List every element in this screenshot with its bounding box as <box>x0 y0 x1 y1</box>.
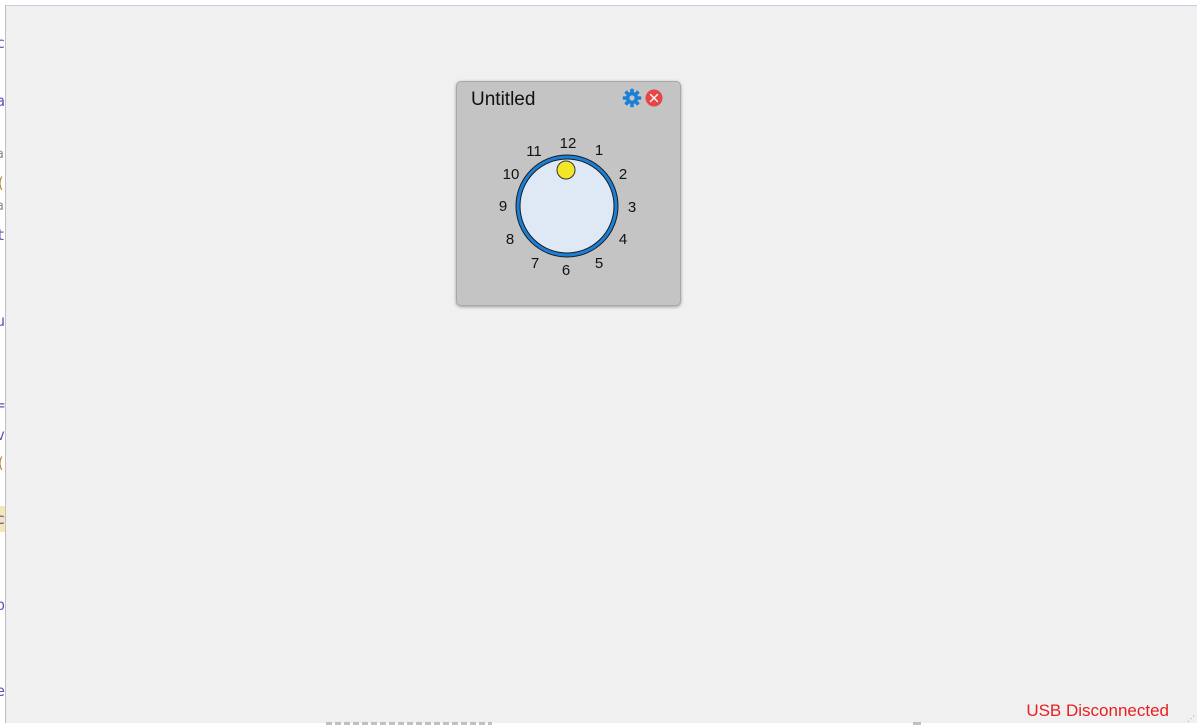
dial-number-1: 1 <box>595 142 603 159</box>
dial-number-3: 3 <box>628 199 636 216</box>
dial-number-4: 4 <box>619 231 627 248</box>
dial-indicator <box>556 160 576 180</box>
resize-grip-icon[interactable]: ⋰ <box>1187 715 1195 723</box>
usb-status-text: USB Disconnected <box>1026 701 1169 720</box>
dial-number-9: 9 <box>499 198 507 215</box>
dial-number-10: 10 <box>503 166 520 183</box>
background-code-fragment: a <box>0 148 4 161</box>
dial-number-5: 5 <box>595 255 603 272</box>
background-code-fragment: a <box>0 200 4 213</box>
dial-number-12: 12 <box>560 135 577 152</box>
dial-number-11: 11 <box>526 143 542 160</box>
dial-number-6: 6 <box>562 262 570 279</box>
rotary-dial[interactable]: 12 1 2 3 4 5 6 7 8 9 10 11 <box>457 82 682 307</box>
dial-widget[interactable]: Untitled 12 1 2 3 4 5 6 7 8 9 10 11 <box>456 81 681 306</box>
dial-number-8: 8 <box>506 231 514 248</box>
dial-number-7: 7 <box>531 255 539 272</box>
dial-number-2: 2 <box>619 166 627 183</box>
